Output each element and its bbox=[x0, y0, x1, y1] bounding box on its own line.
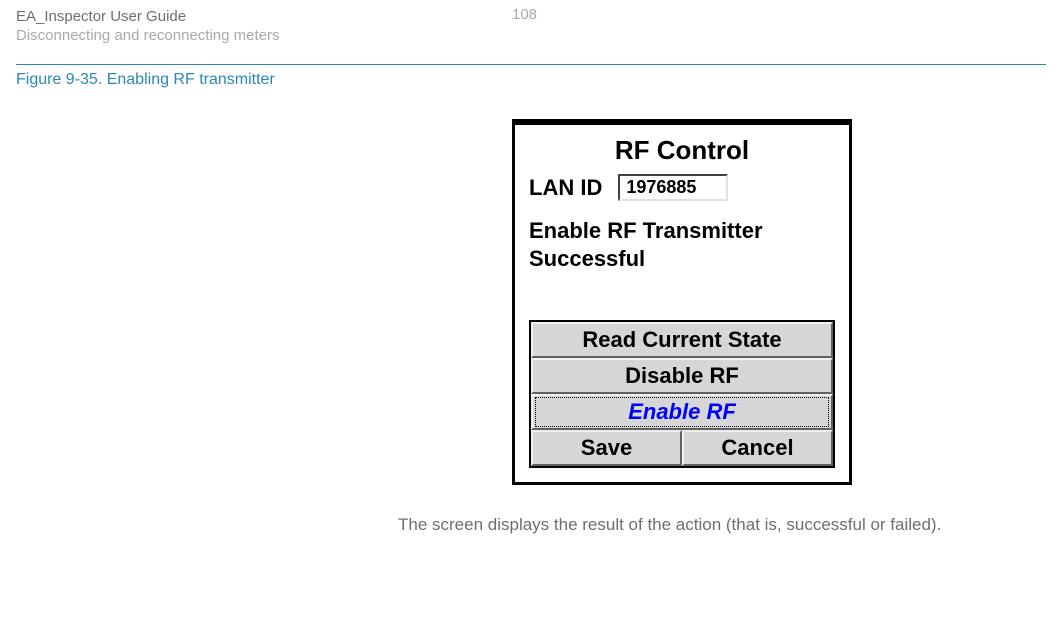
enable-rf-button[interactable]: Enable RF bbox=[531, 394, 833, 430]
disable-rf-button[interactable]: Disable RF bbox=[531, 358, 833, 394]
read-current-state-button[interactable]: Read Current State bbox=[531, 322, 833, 358]
body-text: The screen displays the result of the ac… bbox=[398, 515, 1062, 535]
save-button[interactable]: Save bbox=[531, 430, 682, 466]
header-divider bbox=[16, 64, 1046, 65]
document-title: EA_Inspector User Guide bbox=[16, 8, 279, 25]
lan-id-label: LAN ID bbox=[529, 175, 602, 201]
document-subtitle: Disconnecting and reconnecting meters bbox=[16, 27, 279, 44]
figure-caption: Figure 9-35. Enabling RF transmitter bbox=[16, 71, 1062, 89]
status-message-line2: Successful bbox=[529, 245, 835, 273]
lan-id-input[interactable] bbox=[618, 174, 728, 201]
page-number: 108 bbox=[512, 6, 537, 23]
cancel-button[interactable]: Cancel bbox=[682, 430, 833, 466]
button-panel: Read Current State Disable RF Enable RF … bbox=[529, 320, 835, 468]
rf-control-title: RF Control bbox=[529, 135, 835, 166]
status-message-line1: Enable RF Transmitter bbox=[529, 217, 835, 245]
device-screen: RF Control LAN ID Enable RF Transmitter … bbox=[512, 119, 852, 485]
enable-rf-button-label: Enable RF bbox=[628, 399, 736, 424]
